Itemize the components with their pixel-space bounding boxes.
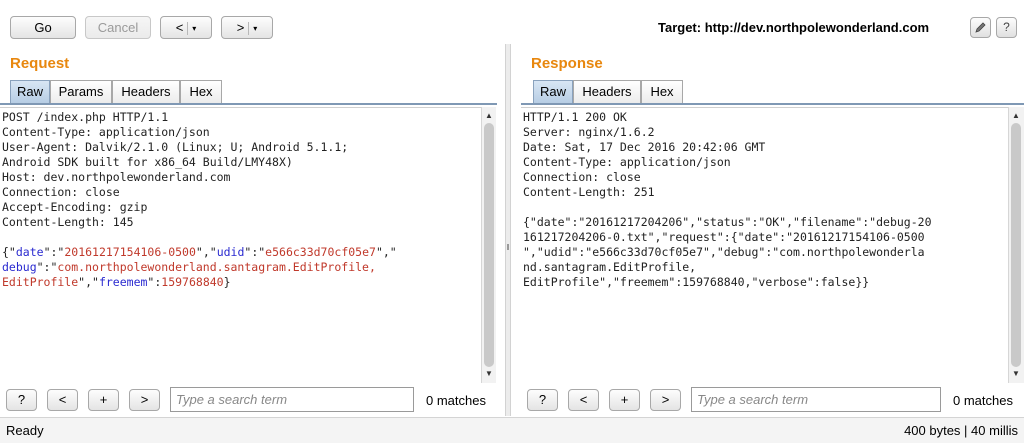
request-title: Request — [10, 55, 70, 72]
target-url: Target: http://dev.northpolewonderland.c… — [658, 20, 930, 35]
search-add-button[interactable]: + — [88, 389, 119, 411]
search-matches-count: 0 matches — [953, 393, 1013, 408]
request-line: User-Agent: Dalvik/2.1.0 (Linux; U; Andr… — [2, 140, 349, 154]
search-help-button[interactable]: ? — [6, 389, 37, 411]
response-line: ","udid":"e566c33d70cf05e7","debug":"com… — [523, 245, 925, 259]
scroll-down-icon[interactable]: ▼ — [1009, 367, 1023, 381]
scroll-up-icon[interactable]: ▲ — [482, 109, 496, 123]
search-help-button[interactable]: ? — [527, 389, 558, 411]
response-scrollbar[interactable]: ▲ ▼ — [1008, 107, 1024, 383]
chevron-down-icon: ▾ — [253, 24, 258, 34]
request-tab-underline — [0, 103, 497, 105]
response-search-bar: ? < + > 0 matches — [521, 385, 1024, 415]
scroll-thumb[interactable] — [1011, 123, 1021, 367]
tab-request-params[interactable]: Params — [50, 80, 112, 103]
tab-response-headers[interactable]: Headers — [573, 80, 641, 103]
scroll-thumb[interactable] — [484, 123, 494, 367]
response-tab-underline — [521, 103, 1024, 105]
json-value: 159768840 — [161, 275, 224, 289]
response-line: Content-Length: 251 — [523, 185, 655, 199]
request-editor[interactable]: POST /index.php HTTP/1.1 Content-Type: a… — [0, 107, 481, 383]
json-value: com.northpolewonderland.santagram.EditPr… — [57, 260, 376, 274]
edit-target-button[interactable] — [970, 17, 991, 38]
request-line: POST /index.php HTTP/1.1 — [2, 110, 169, 124]
request-line: Accept-Encoding: gzip — [2, 200, 148, 214]
forward-label: > — [236, 20, 245, 35]
tab-response-raw[interactable]: Raw — [533, 80, 573, 103]
back-button[interactable]: < ▾ — [160, 16, 212, 39]
search-input[interactable] — [170, 387, 414, 412]
response-line: Server: nginx/1.6.2 — [523, 125, 655, 139]
request-line: Host: dev.northpolewonderland.com — [2, 170, 231, 184]
search-add-button[interactable]: + — [609, 389, 640, 411]
scroll-up-icon[interactable]: ▲ — [1009, 109, 1023, 123]
response-line: {"date":"20161217204206","status":"OK","… — [523, 215, 932, 229]
request-line: Content-Type: application/json — [2, 125, 210, 139]
response-line: 161217204206-0.txt","request":{"date":"2… — [523, 230, 925, 244]
pencil-icon — [975, 22, 986, 33]
search-prev-button[interactable]: < — [47, 389, 78, 411]
split-pane-divider[interactable] — [505, 44, 511, 416]
tab-request-headers[interactable]: Headers — [112, 80, 180, 103]
tab-request-raw[interactable]: Raw — [10, 80, 50, 103]
response-line: Date: Sat, 17 Dec 2016 20:42:06 GMT — [523, 140, 766, 154]
status-bar: Ready 400 bytes | 40 millis — [0, 417, 1024, 443]
response-text: HTTP/1.1 200 OK Server: nginx/1.6.2 Date… — [523, 110, 932, 290]
json-punct: "," — [195, 245, 217, 259]
json-value: EditProfile — [2, 275, 79, 289]
json-punct: {" — [2, 245, 16, 259]
json-punct: ": — [147, 275, 162, 289]
request-text: POST /index.php HTTP/1.1 Content-Type: a… — [2, 110, 397, 290]
search-prev-button[interactable]: < — [568, 389, 599, 411]
request-line: Android SDK built for x86_64 Build/LMY48… — [2, 155, 293, 169]
json-key: udid — [216, 245, 245, 259]
json-value: 20161217154106-0500 — [64, 245, 196, 259]
json-punct: ":" — [43, 245, 65, 259]
help-button[interactable]: ? — [996, 17, 1017, 38]
json-value: e566c33d70cf05e7 — [265, 245, 376, 259]
forward-button[interactable]: > ▾ — [221, 16, 273, 39]
json-key: debug — [2, 260, 37, 274]
json-key: freemem — [98, 275, 148, 289]
back-label: < — [175, 20, 184, 35]
json-punct: } — [223, 275, 231, 289]
status-text: Ready — [6, 423, 44, 438]
response-line: nd.santagram.EditProfile, — [523, 260, 697, 274]
cancel-button[interactable]: Cancel — [85, 16, 151, 39]
search-next-button[interactable]: > — [129, 389, 160, 411]
response-line: Connection: close — [523, 170, 641, 184]
json-punct: ":" — [36, 260, 58, 274]
search-next-button[interactable]: > — [650, 389, 681, 411]
response-size-timing: 400 bytes | 40 millis — [904, 423, 1018, 438]
chevron-down-icon: ▾ — [192, 24, 197, 34]
response-line: HTTP/1.1 200 OK — [523, 110, 627, 124]
response-editor[interactable]: HTTP/1.1 200 OK Server: nginx/1.6.2 Date… — [521, 107, 1008, 383]
search-matches-count: 0 matches — [426, 393, 486, 408]
request-scrollbar[interactable]: ▲ ▼ — [481, 107, 496, 383]
tab-response-hex[interactable]: Hex — [641, 80, 683, 103]
json-punct: "," — [375, 245, 397, 259]
tab-request-hex[interactable]: Hex — [180, 80, 222, 103]
divider-grip — [507, 244, 509, 250]
request-line: Connection: close — [2, 185, 120, 199]
request-line: Content-Length: 145 — [2, 215, 134, 229]
json-punct: ":" — [244, 245, 266, 259]
response-title: Response — [531, 55, 603, 72]
search-input[interactable] — [691, 387, 941, 412]
response-line: EditProfile","freemem":159768840,"verbos… — [523, 275, 870, 289]
json-key: date — [15, 245, 44, 259]
go-button[interactable]: Go — [10, 16, 76, 39]
json-punct: "," — [78, 275, 99, 289]
response-line: Content-Type: application/json — [523, 155, 731, 169]
scroll-down-icon[interactable]: ▼ — [482, 367, 496, 381]
request-search-bar: ? < + > 0 matches — [0, 385, 500, 415]
